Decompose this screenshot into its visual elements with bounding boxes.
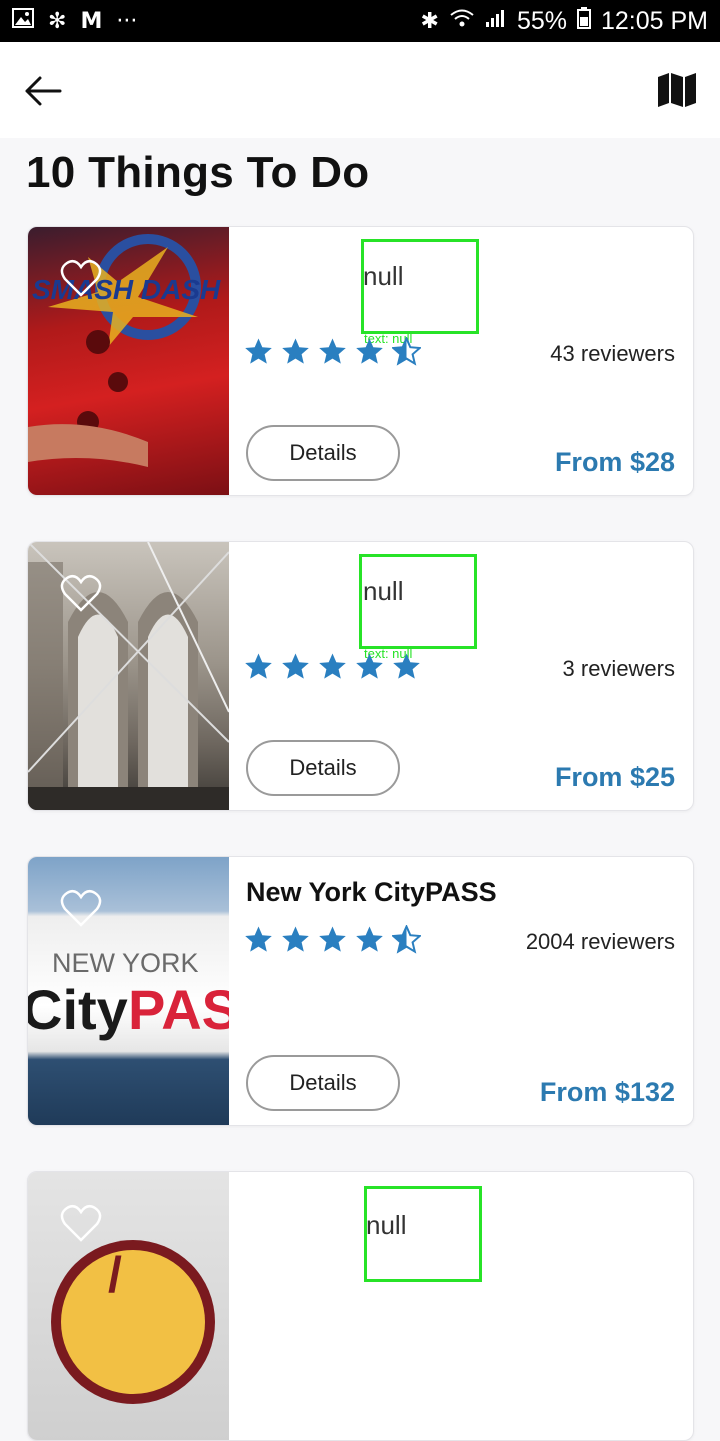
svg-text:/: /	[108, 1247, 122, 1303]
star-icon	[244, 337, 273, 371]
star-icon	[355, 925, 384, 959]
battery-percent: 55%	[516, 6, 567, 35]
details-button[interactable]: Details	[246, 425, 400, 481]
page-title: 10 Things To Do	[26, 148, 370, 197]
activity-image[interactable]: NEW YORK City PASS	[28, 857, 229, 1125]
star-rating	[244, 924, 423, 959]
details-button[interactable]: Details	[246, 740, 400, 796]
app-header	[0, 42, 720, 138]
activity-card[interactable]: NEW YORK City PASS New York CityPASS 200…	[27, 856, 694, 1126]
card-title: null	[363, 261, 404, 291]
clock: 12:05 PM	[600, 6, 708, 35]
image-text-city: City	[28, 978, 128, 1041]
pinwheel-icon: ✻	[48, 8, 67, 34]
more-notifications-icon: ···	[116, 8, 138, 34]
details-button[interactable]: Details	[246, 1055, 400, 1111]
back-arrow-icon[interactable]	[22, 70, 64, 112]
star-rating	[244, 336, 423, 371]
star-icon	[390, 336, 423, 371]
star-icon	[318, 652, 347, 686]
activity-card[interactable]: SMASH DASH null text: null 43 reviewers …	[27, 226, 694, 496]
star-icon	[281, 337, 310, 371]
review-count: 43 reviewers	[550, 341, 675, 366]
gmail-icon: M	[80, 8, 103, 34]
wifi-icon	[449, 8, 475, 34]
star-icon	[355, 652, 384, 686]
activity-card[interactable]: / null	[27, 1171, 694, 1441]
star-icon	[355, 337, 384, 371]
price-label: From $132	[539, 1077, 675, 1107]
activity-image[interactable]: SMASH DASH	[28, 227, 229, 495]
star-icon	[244, 925, 273, 959]
activity-image[interactable]	[28, 542, 229, 810]
heart-icon[interactable]	[60, 1204, 102, 1244]
image-text-pass: PASS	[128, 978, 229, 1041]
price-label: From $25	[554, 762, 675, 792]
map-icon[interactable]	[656, 72, 698, 108]
battery-icon	[576, 7, 591, 35]
star-icon	[392, 652, 421, 686]
star-rating	[244, 652, 421, 686]
activity-image[interactable]: /	[28, 1172, 229, 1440]
review-count: 2004 reviewers	[525, 929, 675, 954]
heart-icon[interactable]	[60, 259, 102, 299]
signal-icon	[485, 8, 507, 34]
review-count: 3 reviewers	[562, 656, 675, 681]
card-title: New York CityPASS	[246, 877, 497, 907]
star-icon	[281, 652, 310, 686]
star-icon	[318, 337, 347, 371]
star-icon	[318, 925, 347, 959]
star-icon	[281, 925, 310, 959]
heart-icon[interactable]	[60, 574, 102, 614]
star-icon	[390, 924, 423, 959]
gallery-icon	[12, 8, 34, 34]
card-title: null	[366, 1210, 407, 1240]
image-text-newyork: NEW YORK	[52, 948, 199, 978]
card-title: null	[363, 576, 404, 606]
heart-icon[interactable]	[60, 889, 102, 929]
activity-card[interactable]: null text: null 3 reviewers Details From…	[27, 541, 694, 811]
price-label: From $28	[554, 447, 675, 477]
star-icon	[244, 652, 273, 686]
bluetooth-icon: ✱	[420, 8, 439, 34]
status-bar: ✻ M ··· ✱ 55% 12:05 PM	[0, 0, 720, 42]
